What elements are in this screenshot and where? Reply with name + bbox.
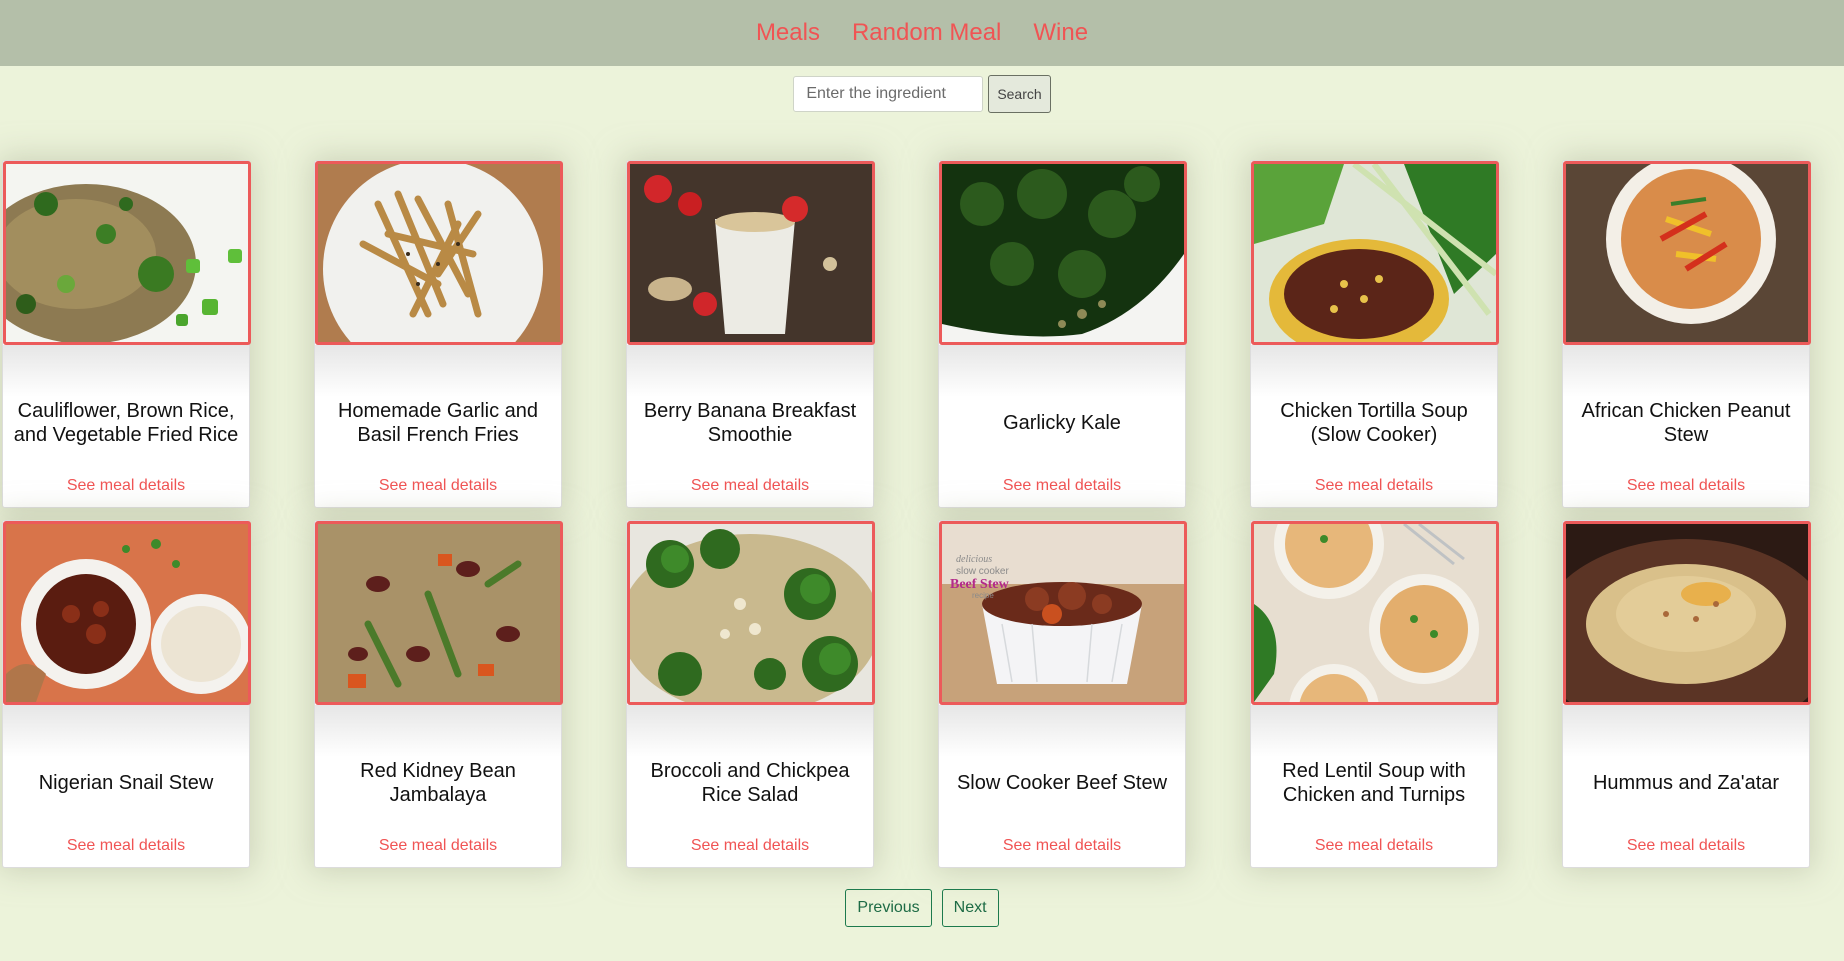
peanut-stew-photo[interactable] <box>1563 161 1811 345</box>
beef-stew-photo[interactable]: delicious slow cooker Beef Stew recipe <box>939 521 1187 705</box>
see-meal-details-link[interactable]: See meal details <box>627 837 873 855</box>
meal-title: Slow Cooker Beef Stew <box>956 772 1168 794</box>
see-meal-details-link[interactable]: See meal details <box>939 477 1185 495</box>
see-meal-details-link[interactable]: See meal details <box>627 477 873 495</box>
nav-link-meals[interactable]: Meals <box>756 19 820 47</box>
next-button[interactable]: Next <box>941 889 999 927</box>
meal-card: Red Kidney Bean Jambalaya See meal detai… <box>314 520 563 868</box>
see-meal-details-link[interactable]: See meal details <box>315 837 561 855</box>
french-fries-photo[interactable] <box>315 161 563 345</box>
meal-card: Red Lentil Soup with Chicken and Turnips… <box>1250 520 1499 868</box>
meal-card: Homemade Garlic and Basil French Fries S… <box>314 160 563 508</box>
meal-card: Hummus and Za'atar See meal details <box>1562 520 1811 868</box>
tortilla-soup-photo[interactable] <box>1251 161 1499 345</box>
beef-stew-overlay-line-1: delicious <box>956 554 992 565</box>
beef-stew-overlay-line-4: recipe <box>972 591 994 600</box>
meal-title: Garlicky Kale <box>1003 412 1121 434</box>
meal-card: Cauliflower, Brown Rice, and Vegetable F… <box>2 160 251 508</box>
ingredient-search-input[interactable] <box>793 76 984 112</box>
see-meal-details-link[interactable]: See meal details <box>315 477 561 495</box>
meal-card: Broccoli and Chickpea Rice Salad See mea… <box>626 520 875 868</box>
meal-grid: Cauliflower, Brown Rice, and Vegetable F… <box>2 160 1842 868</box>
nav-link-wine[interactable]: Wine <box>1033 19 1088 47</box>
beef-stew-overlay-line-3: Beef Stew <box>950 577 1010 592</box>
meal-title: Broccoli and Chickpea Rice Salad <box>650 760 850 806</box>
pagination: Previous Next <box>0 889 1844 927</box>
hummus-photo[interactable] <box>1563 521 1811 705</box>
meal-title: Red Lentil Soup with Chicken and Turnips <box>1282 760 1466 806</box>
jambalaya-photo[interactable] <box>315 521 563 705</box>
meal-title: Red Kidney Bean Jambalaya <box>360 760 516 806</box>
see-meal-details-link[interactable]: See meal details <box>1251 477 1497 495</box>
top-navbar: Meals Random Meal Wine <box>0 0 1844 66</box>
beef-stew-overlay-line-2: slow cooker <box>956 566 1009 577</box>
see-meal-details-link[interactable]: See meal details <box>3 837 249 855</box>
meal-card: Nigerian Snail Stew See meal details <box>2 520 251 868</box>
smoothie-photo[interactable] <box>627 161 875 345</box>
meal-title: Chicken Tortilla Soup (Slow Cooker) <box>1280 400 1468 446</box>
meal-card: delicious slow cooker Beef Stew recipe S… <box>938 520 1187 868</box>
search-button[interactable]: Search <box>988 75 1051 113</box>
meal-title: Berry Banana Breakfast Smoothie <box>643 400 857 446</box>
see-meal-details-link[interactable]: See meal details <box>1563 837 1809 855</box>
see-meal-details-link[interactable]: See meal details <box>1251 837 1497 855</box>
fried-rice-photo[interactable] <box>3 161 251 345</box>
meal-card: Chicken Tortilla Soup (Slow Cooker) See … <box>1250 160 1499 508</box>
previous-button[interactable]: Previous <box>845 889 932 927</box>
meal-card: African Chicken Peanut Stew See meal det… <box>1562 160 1811 508</box>
see-meal-details-link[interactable]: See meal details <box>939 837 1185 855</box>
see-meal-details-link[interactable]: See meal details <box>1563 477 1809 495</box>
meal-title: Homemade Garlic and Basil French Fries <box>337 400 539 446</box>
see-meal-details-link[interactable]: See meal details <box>3 477 249 495</box>
meal-title: Cauliflower, Brown Rice, and Vegetable F… <box>13 400 239 446</box>
search-bar: Search <box>0 75 1844 113</box>
meal-title: Hummus and Za'atar <box>1592 772 1780 794</box>
kale-photo[interactable] <box>939 161 1187 345</box>
lentil-soup-photo[interactable] <box>1251 521 1499 705</box>
rice-salad-photo[interactable] <box>627 521 875 705</box>
meal-card: Berry Banana Breakfast Smoothie See meal… <box>626 160 875 508</box>
meal-card: Garlicky Kale See meal details <box>938 160 1187 508</box>
meal-title: Nigerian Snail Stew <box>38 772 214 794</box>
meal-title: African Chicken Peanut Stew <box>1581 400 1791 446</box>
nav-link-random-meal[interactable]: Random Meal <box>852 19 1001 47</box>
snail-stew-photo[interactable] <box>3 521 251 705</box>
